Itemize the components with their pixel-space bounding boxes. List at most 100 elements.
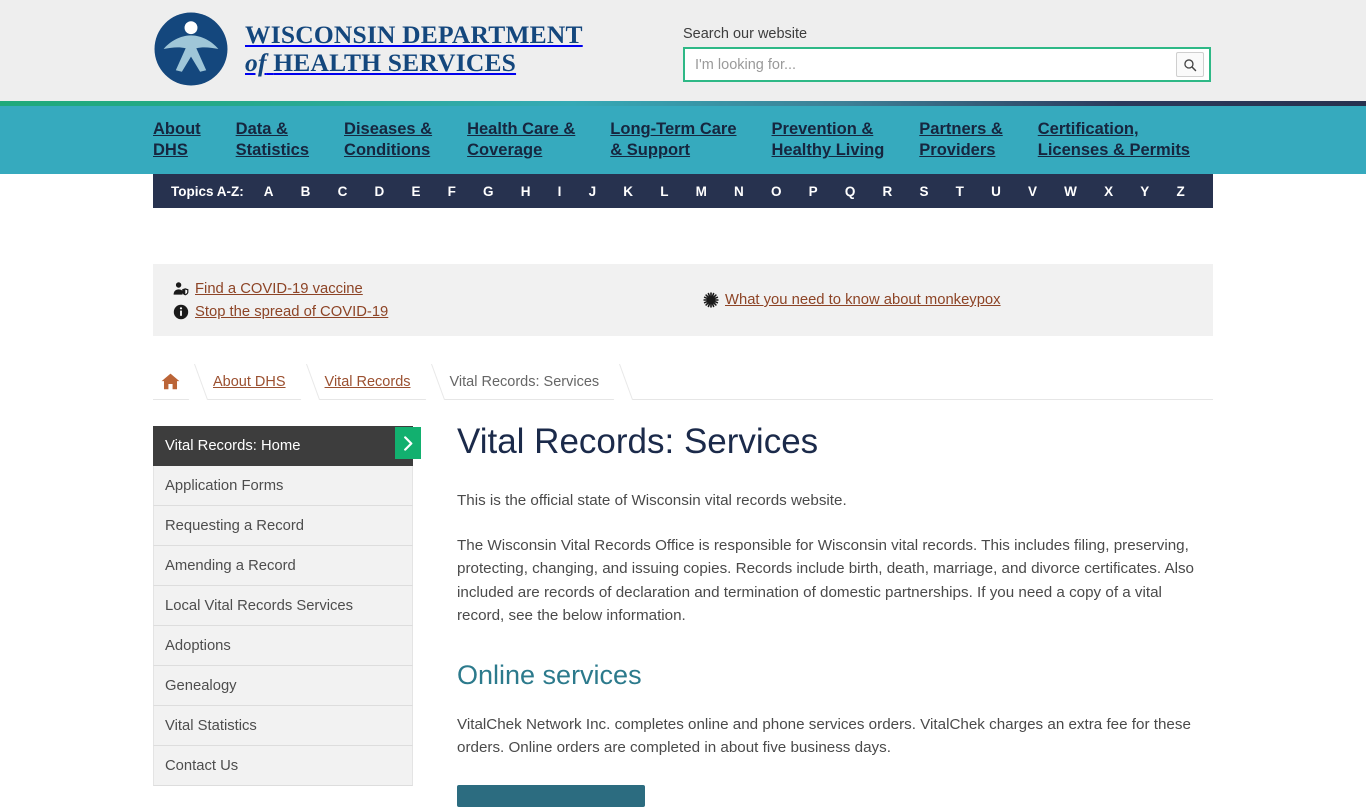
alert-column-right: What you need to know about monkeypox bbox=[703, 292, 1001, 308]
topic-letter-b[interactable]: B bbox=[301, 184, 311, 199]
sidebar-item-label: Requesting a Record bbox=[165, 517, 305, 534]
topic-letter-k[interactable]: K bbox=[623, 184, 633, 199]
topic-letter-z[interactable]: Z bbox=[1176, 184, 1184, 199]
breadcrumb-item-current: Vital Records: Services bbox=[432, 363, 621, 400]
home-icon bbox=[161, 373, 180, 390]
sidebar-expand-button[interactable] bbox=[395, 427, 421, 459]
sidebar-item-label: Vital Records: Home bbox=[165, 437, 301, 454]
page-body: Vital Records: Home Application Forms Re… bbox=[0, 400, 1366, 807]
search-icon bbox=[1184, 58, 1197, 71]
topic-letter-a[interactable]: A bbox=[264, 184, 274, 199]
topic-letter-d[interactable]: D bbox=[375, 184, 385, 199]
topic-letter-h[interactable]: H bbox=[521, 184, 531, 199]
topic-letter-w[interactable]: W bbox=[1064, 184, 1077, 199]
nav-item-certification-licenses[interactable]: Certification, Licenses & Permits bbox=[1038, 119, 1190, 161]
dhs-logo-icon bbox=[154, 12, 228, 86]
sidebar-item-application-forms[interactable]: Application Forms bbox=[153, 466, 413, 506]
sidebar-item-contact-us[interactable]: Contact Us bbox=[153, 746, 413, 786]
nav-item-data-statistics[interactable]: Data & Statistics bbox=[236, 119, 309, 161]
alert-row-monkeypox: What you need to know about monkeypox bbox=[703, 292, 1001, 308]
info-circle-icon bbox=[173, 304, 189, 319]
topics-az-bar: Topics A-Z: A B C D E F G H I J K L M N … bbox=[0, 174, 1366, 208]
sidebar-item-label: Adoptions bbox=[165, 637, 231, 654]
brand-wordmark: WISCONSIN DEPARTMENT of HEALTH SERVICES bbox=[245, 21, 583, 76]
topics-az-letters: A B C D E F G H I J K L M N O P Q R S T … bbox=[264, 184, 1213, 199]
nav-item-about-dhs[interactable]: About DHS bbox=[153, 119, 201, 161]
sidebar-item-label: Vital Statistics bbox=[165, 717, 257, 734]
alert-column-left: Find a COVID-19 vaccine Stop the spread … bbox=[173, 281, 693, 320]
site-logo-link[interactable]: WISCONSIN DEPARTMENT of HEALTH SERVICES bbox=[153, 11, 583, 87]
alert-row-vaccine: Find a COVID-19 vaccine bbox=[173, 281, 693, 297]
topics-az-inner: Topics A-Z: A B C D E F G H I J K L M N … bbox=[153, 174, 1213, 208]
alert-link-find-vaccine[interactable]: Find a COVID-19 vaccine bbox=[195, 281, 363, 297]
alert-link-monkeypox[interactable]: What you need to know about monkeypox bbox=[725, 292, 1001, 308]
sidebar-item-label: Contact Us bbox=[165, 757, 239, 774]
topic-letter-c[interactable]: C bbox=[338, 184, 348, 199]
topic-letter-j[interactable]: J bbox=[589, 184, 597, 199]
topic-letter-p[interactable]: P bbox=[809, 184, 818, 199]
breadcrumb-home-link[interactable] bbox=[153, 363, 195, 400]
topic-letter-f[interactable]: F bbox=[448, 184, 456, 199]
sidebar-item-label: Application Forms bbox=[165, 477, 284, 494]
person-shield-icon bbox=[173, 281, 189, 295]
search-submit-button[interactable] bbox=[1176, 52, 1204, 77]
topic-letter-m[interactable]: M bbox=[696, 184, 707, 199]
online-services-cta-button[interactable] bbox=[457, 785, 645, 807]
topic-letter-u[interactable]: U bbox=[991, 184, 1001, 199]
nav-item-long-term-care[interactable]: Long-Term Care & Support bbox=[610, 119, 736, 161]
sidebar-item-adoptions[interactable]: Adoptions bbox=[153, 626, 413, 666]
topic-letter-y[interactable]: Y bbox=[1140, 184, 1149, 199]
breadcrumb-item-about-dhs[interactable]: About DHS bbox=[195, 363, 307, 400]
site-search: Search our website bbox=[683, 26, 1211, 82]
intro-paragraph: This is the official state of Wisconsin … bbox=[457, 492, 847, 510]
alert-link-stop-spread[interactable]: Stop the spread of COVID-19 bbox=[195, 304, 388, 320]
brand-line-1: WISCONSIN DEPARTMENT bbox=[245, 20, 583, 50]
topic-letter-q[interactable]: Q bbox=[845, 184, 856, 199]
primary-navigation-items: About DHS Data & Statistics Diseases & C… bbox=[153, 106, 1190, 174]
section-sidebar-nav: Vital Records: Home Application Forms Re… bbox=[153, 426, 421, 786]
brand-line-2-text: HEALTH SERVICES bbox=[273, 48, 517, 77]
sidebar-item-label: Genealogy bbox=[165, 677, 237, 694]
sidebar-item-local-vital-records-services[interactable]: Local Vital Records Services bbox=[153, 586, 413, 626]
topic-letter-r[interactable]: R bbox=[883, 184, 893, 199]
sidebar-item-requesting-a-record[interactable]: Requesting a Record bbox=[153, 506, 413, 546]
virus-icon bbox=[703, 292, 719, 308]
nav-item-prevention-healthy-living[interactable]: Prevention & Healthy Living bbox=[772, 119, 885, 161]
nav-item-partners-providers[interactable]: Partners & Providers bbox=[919, 119, 1002, 161]
search-box bbox=[683, 47, 1211, 82]
brand-line-2: of HEALTH SERVICES bbox=[245, 48, 517, 77]
topic-letter-g[interactable]: G bbox=[483, 184, 494, 199]
sidebar-item-genealogy[interactable]: Genealogy bbox=[153, 666, 413, 706]
page-title: Vital Records: Services bbox=[457, 422, 819, 461]
topic-letter-i[interactable]: I bbox=[558, 184, 562, 199]
breadcrumb-item-vital-records[interactable]: Vital Records bbox=[307, 363, 432, 400]
topic-letter-x[interactable]: X bbox=[1104, 184, 1113, 199]
topic-letter-t[interactable]: T bbox=[956, 184, 964, 199]
site-header: WISCONSIN DEPARTMENT of HEALTH SERVICES … bbox=[0, 0, 1366, 101]
nav-item-health-care-coverage[interactable]: Health Care & Coverage bbox=[467, 119, 575, 161]
topic-letter-o[interactable]: O bbox=[771, 184, 782, 199]
breadcrumb: About DHS Vital Records Vital Records: S… bbox=[153, 363, 1213, 400]
primary-navigation: About DHS Data & Statistics Diseases & C… bbox=[0, 106, 1366, 174]
topic-letter-n[interactable]: N bbox=[734, 184, 744, 199]
online-services-paragraph: VitalChek Network Inc. completes online … bbox=[457, 716, 1191, 757]
sidebar-item-amending-a-record[interactable]: Amending a Record bbox=[153, 546, 413, 586]
topic-letter-l[interactable]: L bbox=[660, 184, 668, 199]
nav-item-diseases-conditions[interactable]: Diseases & Conditions bbox=[344, 119, 432, 161]
online-services-heading: Online services bbox=[457, 659, 642, 690]
topics-az-label: Topics A-Z: bbox=[171, 183, 244, 199]
topic-letter-s[interactable]: S bbox=[919, 184, 928, 199]
chevron-right-icon bbox=[403, 435, 412, 451]
alert-banner: Find a COVID-19 vaccine Stop the spread … bbox=[153, 264, 1213, 336]
topic-letter-v[interactable]: V bbox=[1028, 184, 1037, 199]
search-input[interactable] bbox=[685, 49, 1176, 80]
sidebar-item-label: Local Vital Records Services bbox=[165, 597, 354, 614]
description-paragraph: The Wisconsin Vital Records Office is re… bbox=[457, 537, 1195, 624]
alert-row-stop-spread: Stop the spread of COVID-19 bbox=[173, 304, 693, 320]
search-label: Search our website bbox=[683, 26, 808, 42]
main-content: Vital Records: Services This is the offi… bbox=[457, 400, 1202, 807]
sidebar-item-label: Amending a Record bbox=[165, 557, 296, 574]
topic-letter-e[interactable]: E bbox=[411, 184, 420, 199]
sidebar-item-vital-statistics[interactable]: Vital Statistics bbox=[153, 706, 413, 746]
sidebar-item-vital-records-home[interactable]: Vital Records: Home bbox=[153, 426, 421, 466]
